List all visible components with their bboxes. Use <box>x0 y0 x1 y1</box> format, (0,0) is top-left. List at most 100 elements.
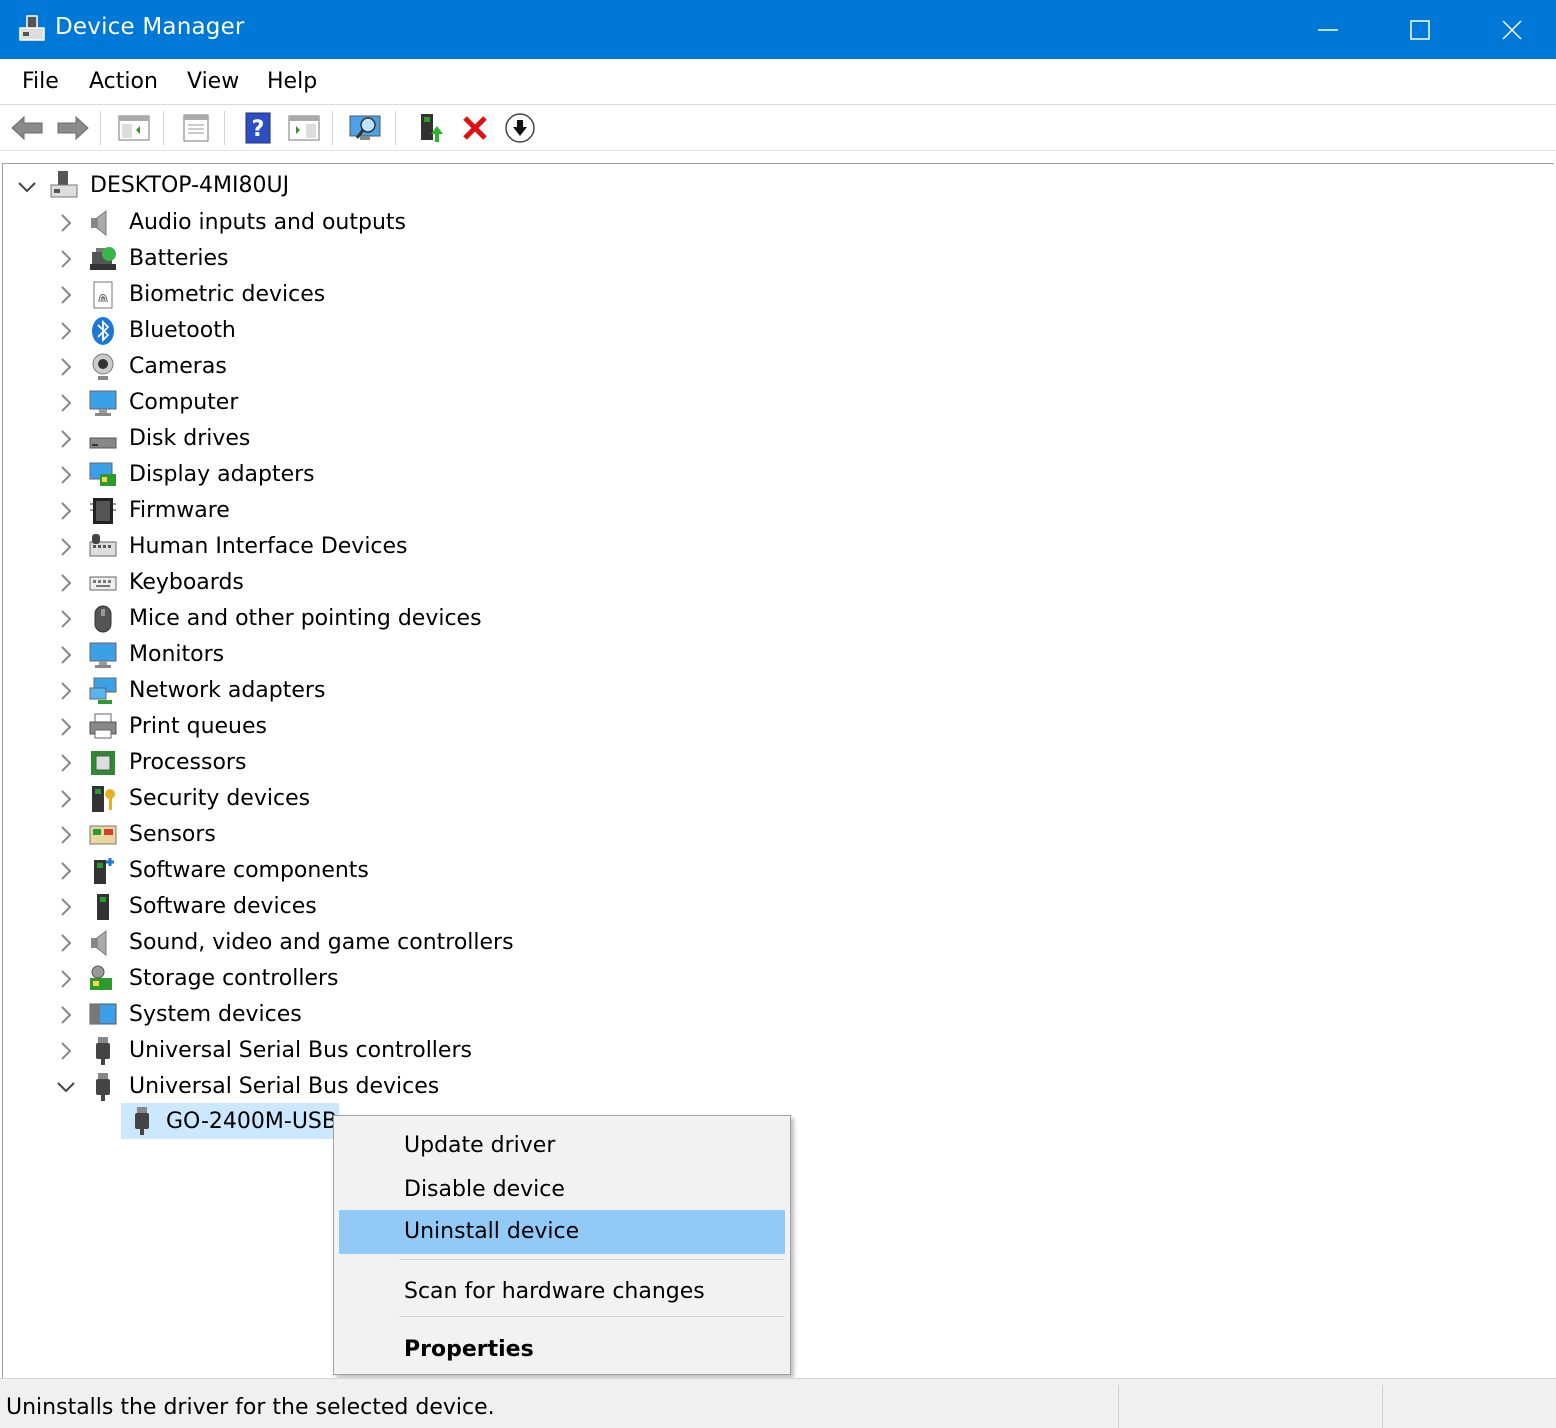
tree-item-mice-and-other-pointing-devices[interactable]: Mice and other pointing devices <box>129 606 482 631</box>
menu-help[interactable]: Help <box>267 69 317 94</box>
tree-item-computer[interactable]: Computer <box>129 390 238 415</box>
status-message: Uninstalls the driver for the selected d… <box>6 1395 495 1420</box>
forward-button[interactable] <box>54 111 92 145</box>
fingerprint-icon <box>93 281 113 309</box>
update-driver-button[interactable] <box>411 111 449 145</box>
tree-item-biometric-devices[interactable]: Biometric devices <box>129 282 325 307</box>
expand-chevron-icon[interactable] <box>56 1041 76 1061</box>
menu-item-disable-device[interactable]: Disable device <box>339 1168 785 1212</box>
expand-chevron-icon[interactable] <box>56 681 76 701</box>
update-driver-icon <box>421 114 443 142</box>
back-button[interactable] <box>8 111 46 145</box>
tree-item-display-adapters[interactable]: Display adapters <box>129 462 315 487</box>
tree-item-bluetooth[interactable]: Bluetooth <box>129 318 236 343</box>
menu-separator <box>399 1316 785 1317</box>
expand-chevron-icon[interactable] <box>56 573 76 593</box>
tree-item-sensors[interactable]: Sensors <box>129 822 216 847</box>
tree-item-system-devices[interactable]: System devices <box>129 1002 302 1027</box>
tree-item-batteries[interactable]: Batteries <box>129 246 229 271</box>
processor-icon <box>91 751 115 775</box>
expand-chevron-icon[interactable] <box>56 897 76 917</box>
tree-item-monitors[interactable]: Monitors <box>129 642 224 667</box>
software-device-icon <box>97 894 109 920</box>
collapse-chevron-icon[interactable] <box>56 1077 76 1097</box>
minimize-button[interactable] <box>1282 0 1374 59</box>
device-manager-icon <box>19 15 45 41</box>
action-pane-button[interactable] <box>285 111 323 145</box>
action-pane-icon <box>288 115 320 141</box>
tree-item-firmware[interactable]: Firmware <box>129 498 230 523</box>
help-button[interactable]: ? <box>239 111 277 145</box>
monitor-icon <box>89 642 117 668</box>
scan-hardware-button[interactable] <box>347 111 385 145</box>
expand-chevron-icon[interactable] <box>56 501 76 521</box>
properties-button[interactable] <box>177 111 215 145</box>
close-icon <box>1502 19 1522 40</box>
tree-item-sound-video-and-game-controllers[interactable]: Sound, video and game controllers <box>129 930 514 955</box>
show-hide-console-tree-button[interactable] <box>115 111 153 145</box>
menu-item-properties[interactable]: Properties <box>339 1328 785 1372</box>
expand-chevron-icon[interactable] <box>56 861 76 881</box>
tree-item-human-interface-devices[interactable]: Human Interface Devices <box>129 534 408 559</box>
tree-item-audio-inputs-and-outputs[interactable]: Audio inputs and outputs <box>129 210 406 235</box>
menu-view[interactable]: View <box>187 69 239 94</box>
tree-item-software-devices[interactable]: Software devices <box>129 894 317 919</box>
menu-separator <box>399 1259 785 1260</box>
expand-chevron-icon[interactable] <box>56 249 76 269</box>
menu-item-scan-for-hardware-changes[interactable]: Scan for hardware changes <box>339 1270 785 1314</box>
window-title: Device Manager <box>55 14 245 40</box>
tree-item-security-devices[interactable]: Security devices <box>129 786 310 811</box>
menu-action[interactable]: Action <box>89 69 158 94</box>
uninstall-device-label: Uninstall device <box>404 1219 580 1244</box>
properties-label: Properties <box>404 1337 534 1362</box>
expand-chevron-icon[interactable] <box>56 717 76 737</box>
tree-item-cameras[interactable]: Cameras <box>129 354 227 379</box>
expand-chevron-icon[interactable] <box>56 429 76 449</box>
uninstall-button[interactable] <box>456 111 494 145</box>
uninstall-icon <box>463 116 487 140</box>
tree-root-label[interactable]: DESKTOP-4MI80UJ <box>90 173 289 198</box>
expand-chevron-icon[interactable] <box>56 321 76 341</box>
expand-chevron-icon[interactable] <box>56 465 76 485</box>
expand-chevron-icon[interactable] <box>56 969 76 989</box>
tree-item-storage-controllers[interactable]: Storage controllers <box>129 966 338 991</box>
back-arrow-icon <box>11 115 43 141</box>
expand-chevron-icon[interactable] <box>56 645 76 665</box>
expand-chevron-icon[interactable] <box>56 753 76 773</box>
sensor-icon <box>89 825 117 845</box>
expand-chevron-icon[interactable] <box>56 789 76 809</box>
expand-chevron-icon[interactable] <box>56 1005 76 1025</box>
usb-device-go-2400m-usb[interactable]: GO-2400M-USB <box>166 1109 337 1134</box>
expand-chevron-icon[interactable] <box>56 537 76 557</box>
tree-item-network-adapters[interactable]: Network adapters <box>129 678 325 703</box>
tree-item-processors[interactable]: Processors <box>129 750 246 775</box>
usb-icon <box>96 1073 110 1101</box>
expand-chevron-icon[interactable] <box>56 825 76 845</box>
software-component-icon <box>94 858 114 884</box>
collapse-chevron-icon[interactable] <box>17 177 37 197</box>
properties-icon <box>183 114 209 142</box>
expand-chevron-icon[interactable] <box>56 393 76 413</box>
close-button[interactable] <box>1466 0 1556 59</box>
expand-chevron-icon[interactable] <box>56 213 76 233</box>
update-driver-label: Update driver <box>404 1133 556 1158</box>
maximize-button[interactable] <box>1374 0 1466 59</box>
expand-chevron-icon[interactable] <box>56 285 76 305</box>
computer-icon <box>89 390 117 416</box>
tree-item-print-queues[interactable]: Print queues <box>129 714 267 739</box>
expand-chevron-icon[interactable] <box>56 357 76 377</box>
keyboard-icon <box>89 576 117 591</box>
tree-item-software-components[interactable]: Software components <box>129 858 369 883</box>
expand-chevron-icon[interactable] <box>56 609 76 629</box>
expand-chevron-icon[interactable] <box>56 933 76 953</box>
menu-item-uninstall-device[interactable]: Uninstall device <box>339 1210 785 1254</box>
disk-drive-icon <box>89 437 117 449</box>
tree-item-keyboards[interactable]: Keyboards <box>129 570 244 595</box>
tree-item-universal-serial-bus-controllers[interactable]: Universal Serial Bus controllers <box>129 1038 472 1063</box>
printer-icon <box>89 713 117 739</box>
menu-item-update-driver[interactable]: Update driver <box>339 1124 785 1168</box>
menu-file[interactable]: File <box>22 69 59 94</box>
tree-item-disk-drives[interactable]: Disk drives <box>129 426 250 451</box>
tree-item-universal-serial-bus-devices[interactable]: Universal Serial Bus devices <box>129 1074 439 1099</box>
disable-device-button[interactable] <box>501 111 539 145</box>
